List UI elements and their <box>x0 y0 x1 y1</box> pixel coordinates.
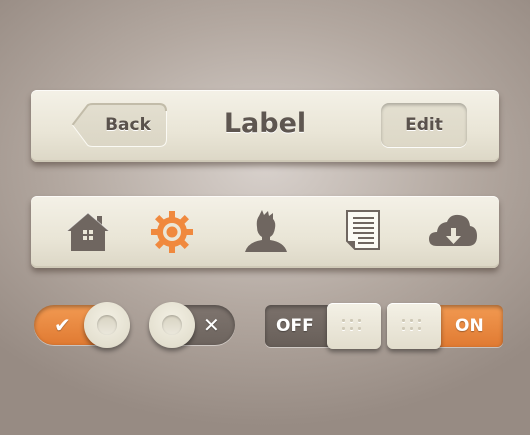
close-icon: ✕ <box>203 313 220 337</box>
tab-cloud[interactable] <box>427 208 479 256</box>
navigation-bar: Back Label Edit <box>31 90 499 162</box>
tab-bar <box>31 196 499 268</box>
tab-documents[interactable] <box>337 208 389 256</box>
toggle-knob[interactable] <box>149 302 195 348</box>
off-switch[interactable]: OFF <box>265 303 381 349</box>
cloud-download-icon <box>429 214 477 246</box>
tab-profile[interactable] <box>240 208 292 256</box>
off-label: OFF <box>276 316 314 336</box>
check-icon: ✔ <box>54 313 71 337</box>
edit-button[interactable]: Edit <box>381 103 467 147</box>
tab-home[interactable] <box>62 208 114 256</box>
x-toggle[interactable]: ✕ <box>149 302 235 348</box>
toggle-knob[interactable] <box>84 302 130 348</box>
document-icon <box>346 210 380 250</box>
switch-handle[interactable] <box>387 303 441 349</box>
on-switch[interactable]: ON <box>387 303 503 349</box>
tab-settings[interactable] <box>146 208 198 256</box>
gear-icon <box>151 211 193 253</box>
grip-icon <box>342 319 366 333</box>
edit-label: Edit <box>405 115 443 135</box>
user-icon <box>245 210 287 252</box>
switch-handle[interactable] <box>327 303 381 349</box>
on-label: ON <box>455 316 484 336</box>
check-toggle[interactable]: ✔ <box>34 302 130 348</box>
home-icon <box>66 212 110 251</box>
grip-icon <box>402 319 426 333</box>
